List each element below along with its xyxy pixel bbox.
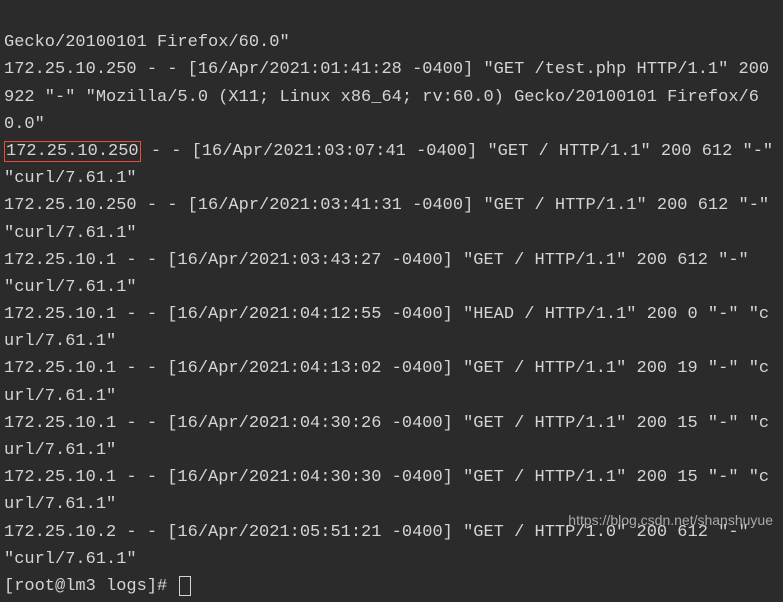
cursor-icon: [179, 576, 191, 596]
highlighted-ip: 172.25.10.250: [4, 141, 141, 162]
log-line: 172.25.10.250 - - [16/Apr/2021:01:41:28 …: [4, 60, 779, 133]
log-line: 172.25.10.1 - - [16/Apr/2021:04:30:30 -0…: [4, 468, 769, 514]
log-line: Gecko/20100101 Firefox/60.0": [4, 33, 290, 52]
log-line: 172.25.10.1 - - [16/Apr/2021:04:12:55 -0…: [4, 305, 769, 351]
log-line: 172.25.10.1 - - [16/Apr/2021:03:43:27 -0…: [4, 251, 759, 297]
log-line: 172.25.10.250 - - [16/Apr/2021:03:41:31 …: [4, 196, 779, 242]
log-line: 172.25.10.1 - - [16/Apr/2021:04:13:02 -0…: [4, 359, 769, 405]
shell-prompt: [root@lm3 logs]#: [4, 577, 177, 596]
log-line: 172.25.10.1 - - [16/Apr/2021:04:30:26 -0…: [4, 414, 769, 460]
watermark-text: https://blog.csdn.net/shanshuyue: [568, 509, 773, 531]
